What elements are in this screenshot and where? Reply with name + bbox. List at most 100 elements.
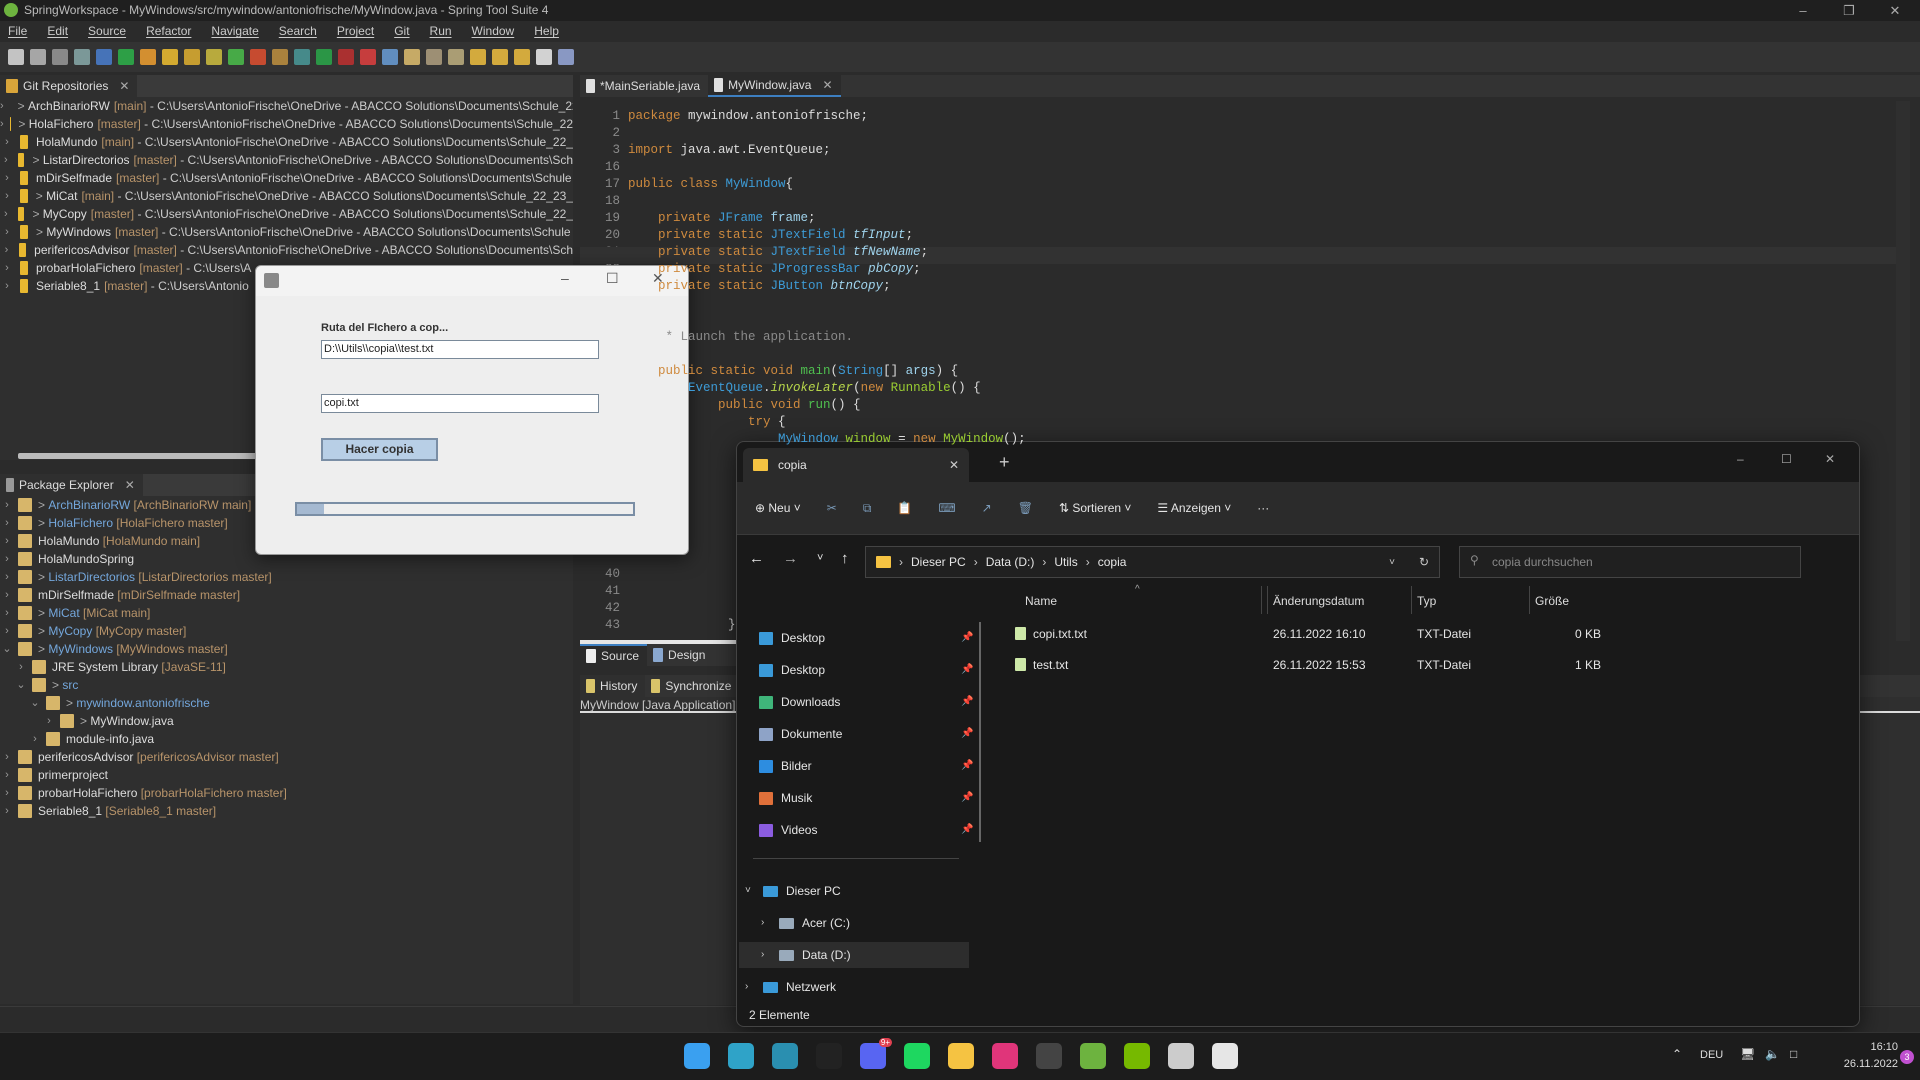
copy-button[interactable]: Hacer copia <box>321 438 438 461</box>
tab-synchronize[interactable]: Synchronize <box>645 675 740 697</box>
git-repo-row[interactable]: › HolaMundo [main] - C:\Users\AntonioFrisc… <box>0 133 573 151</box>
package-tree-item[interactable]: › Seriable8_1 [Seriable8_1 master] <box>0 802 573 820</box>
chevron-right-icon[interactable]: › <box>0 151 12 169</box>
menu-source[interactable]: Source <box>88 21 126 41</box>
menu-edit[interactable]: Edit <box>47 21 68 41</box>
package-tree-item[interactable]: › JRE System Library [JavaSE-11] <box>0 658 573 676</box>
toolbar-icon-23[interactable] <box>514 49 530 65</box>
taskbar-snipping-tool-icon[interactable] <box>1212 1043 1238 1069</box>
language-indicator[interactable]: DEU <box>1700 1049 1723 1061</box>
address-bar[interactable]: › Dieser PC › Data (D:) › Utils › copia ˅ ↻ <box>865 546 1440 578</box>
menu-run[interactable]: Run <box>430 21 452 41</box>
rename-icon[interactable]: ⌨ <box>938 501 955 515</box>
breadcrumb-copia[interactable]: copia <box>1098 555 1127 569</box>
toolbar-icon-4[interactable] <box>96 49 112 65</box>
toolbar-icon-2[interactable] <box>52 49 68 65</box>
new-tab-button[interactable]: + <box>999 452 1010 473</box>
column-header-2[interactable]: Typ <box>1417 594 1436 608</box>
close-icon[interactable]: ✕ <box>822 74 832 96</box>
toolbar-icon-19[interactable] <box>426 49 442 65</box>
chevron-right-icon[interactable]: › <box>0 604 14 622</box>
taskbar-file-explorer-icon[interactable] <box>948 1043 974 1069</box>
chevron-right-icon[interactable]: › <box>0 568 14 586</box>
breadcrumb-data-d-[interactable]: Data (D:) <box>986 555 1035 569</box>
chevron-right-icon[interactable]: › <box>0 277 14 295</box>
toolbar-icon-8[interactable] <box>184 49 200 65</box>
taskbar-edge-dev-icon[interactable] <box>772 1043 798 1069</box>
tree-item[interactable]: › Acer (C:) <box>739 910 969 936</box>
toolbar-icon-14[interactable] <box>316 49 332 65</box>
vertical-scrollbar[interactable] <box>1896 101 1910 641</box>
chevron-down-icon[interactable]: ⌄ <box>0 640 14 658</box>
toolbar-icon-7[interactable] <box>162 49 178 65</box>
git-repo-row[interactable]: › > ArchBinarioRW [main] - C:\Users\Antoni… <box>0 97 573 115</box>
package-tree-item[interactable]: › > ListarDirectorios [ListarDirectorios … <box>0 568 573 586</box>
chevron-right-icon[interactable]: › <box>0 766 14 784</box>
close-button[interactable]: ✕ <box>1872 0 1918 21</box>
package-tree-item[interactable]: › mDirSelfmade [mDirSelfmade master] <box>0 586 573 604</box>
toolbar-icon-16[interactable] <box>360 49 376 65</box>
tab-git-repositories[interactable]: Git Repositories ✕ <box>0 75 138 97</box>
package-tree-item[interactable]: › > MiCat [MiCat main] <box>0 604 573 622</box>
file-row[interactable]: test.txt 26.11.2022 15:53 TXT-Datei 1 KB <box>1011 653 1611 677</box>
nav-item-dokumente[interactable]: Dokumente 📌 <box>759 721 973 747</box>
chevron-right-icon[interactable]: › <box>761 942 771 968</box>
toolbar-icon-21[interactable] <box>470 49 486 65</box>
breadcrumb-utils[interactable]: Utils <box>1054 555 1077 569</box>
file-row[interactable]: copi.txt.txt 26.11.2022 16:10 TXT-Datei 0 K… <box>1011 622 1611 646</box>
column-header-1[interactable]: Änderungsdatum <box>1273 594 1364 608</box>
toolbar-icon-1[interactable] <box>30 49 46 65</box>
chevron-right-icon[interactable]: › <box>0 586 14 604</box>
taskbar-spring-tool-suite-icon[interactable] <box>1080 1043 1106 1069</box>
taskbar-edge-icon[interactable] <box>728 1043 754 1069</box>
tab-design[interactable]: Design <box>647 644 714 666</box>
clock-date[interactable]: 26.11.2022 <box>1820 1058 1898 1070</box>
package-tree-item[interactable]: › > MyCopy [MyCopy master] <box>0 622 573 640</box>
chevron-right-icon[interactable]: › <box>745 974 755 1000</box>
share-icon[interactable]: ↗ <box>982 501 992 515</box>
nav-scrollbar[interactable] <box>979 622 981 842</box>
column-header-3[interactable]: Größe <box>1535 594 1569 608</box>
package-tree-item[interactable]: › > MyWindow.java <box>0 712 573 730</box>
chevron-right-icon[interactable]: › <box>14 658 28 676</box>
address-dropdown-icon[interactable]: ˅ <box>1389 557 1395 568</box>
tab-copia[interactable]: copia ✕ <box>743 448 969 482</box>
toolbar-icon-22[interactable] <box>492 49 508 65</box>
chevron-right-icon[interactable]: › <box>0 241 13 259</box>
toolbar-icon-13[interactable] <box>294 49 310 65</box>
toolbar-icon-18[interactable] <box>404 49 420 65</box>
chevron-right-icon[interactable]: › <box>0 496 14 514</box>
up-button[interactable]: ↑ <box>841 550 849 567</box>
nav-item-musik[interactable]: Musik 📌 <box>759 785 973 811</box>
chevron-right-icon[interactable]: › <box>0 784 14 802</box>
network-icon[interactable]: 🖥 <box>1740 1047 1755 1061</box>
git-repo-row[interactable]: › perifericosAdvisor [master] - C:\Users\A… <box>0 241 573 259</box>
taskbar-terminal-icon[interactable] <box>1036 1043 1062 1069</box>
volume-icon[interactable]: 🔈 <box>1765 1047 1780 1061</box>
toolbar-icon-15[interactable] <box>338 49 354 65</box>
editor-tab-2[interactable]: MyWindow.java ✕ <box>708 74 841 97</box>
minimize-button[interactable]: – <box>1780 0 1826 21</box>
package-tree-item[interactable]: ⌄ > MyWindows [MyWindows master] <box>0 640 573 658</box>
menu-refactor[interactable]: Refactor <box>146 21 191 41</box>
toolbar-icon-17[interactable] <box>382 49 398 65</box>
chevron-right-icon[interactable]: › <box>0 115 4 133</box>
recent-locations-button[interactable]: ˅ <box>817 552 823 564</box>
close-tab-icon[interactable]: ✕ <box>949 458 959 472</box>
more-button[interactable]: ··· <box>1257 501 1269 515</box>
new-button[interactable]: ⊕ Neu ˅ <box>755 501 801 515</box>
menu-git[interactable]: Git <box>394 21 409 41</box>
chevron-right-icon[interactable]: › <box>0 187 14 205</box>
git-repo-row[interactable]: › > MiCat [main] - C:\Users\AntonioFrische… <box>0 187 573 205</box>
taskbar-tiktok-icon[interactable] <box>816 1043 842 1069</box>
chevron-down-icon[interactable]: ˅ <box>745 878 755 904</box>
maximize-button[interactable]: ☐ <box>1781 452 1792 466</box>
toolbar-icon-25[interactable] <box>558 49 574 65</box>
nav-item-desktop[interactable]: Desktop 📌 <box>759 657 973 683</box>
chevron-right-icon[interactable]: › <box>0 205 12 223</box>
cut-icon[interactable]: ✂ <box>827 501 837 515</box>
horizontal-scrollbar[interactable] <box>18 453 258 459</box>
toolbar-icon-11[interactable] <box>250 49 266 65</box>
package-tree-item[interactable]: › module-info.java <box>0 730 573 748</box>
toolbar-icon-5[interactable] <box>118 49 134 65</box>
